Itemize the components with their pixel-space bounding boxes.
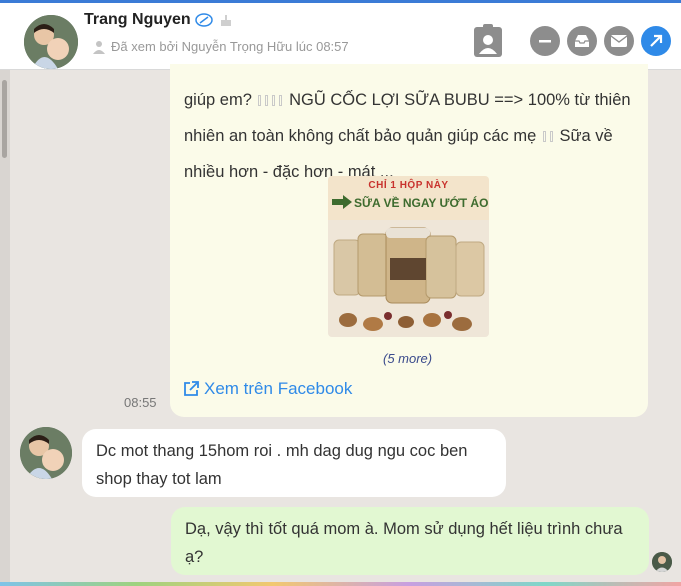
product-message-text: giúp em? NGŨ CỐC LỢI SỮA BUBU ==> 100% t… [184, 82, 634, 190]
seen-by-avatar [652, 552, 672, 572]
arrow-up-right-icon [650, 34, 663, 47]
scrollbar[interactable] [0, 70, 10, 586]
product-image[interactable]: CHỈ 1 HỘP NÀY SỮA VỀ NGAY ƯỚT ÁO [328, 176, 489, 337]
arrow-right-icon [332, 195, 352, 209]
external-link-icon [184, 381, 199, 396]
contact-avatar[interactable] [24, 15, 78, 69]
view-on-facebook-label[interactable]: Xem trên Facebook [204, 379, 352, 399]
contact-card-icon[interactable] [470, 23, 506, 59]
more-images-link[interactable]: (5 more) [383, 351, 432, 366]
product-text-part1: giúp em? [184, 91, 252, 109]
birthday-cake-icon [220, 15, 231, 26]
message-timestamp: 08:55 [124, 395, 157, 410]
contact-name[interactable]: Trang Nguyen [84, 11, 191, 29]
sender-avatar[interactable] [20, 427, 72, 479]
missing-glyph [279, 95, 283, 107]
email-button[interactable] [604, 26, 634, 56]
missing-glyph [272, 95, 276, 107]
seen-status: Đã xem bởi Nguyễn Trọng Hữu lúc 08:57 [111, 39, 349, 54]
email-icon [610, 35, 628, 47]
outgoing-message-text: Dạ, vậy thì tốt quá mom à. Mom sử dụng h… [185, 520, 623, 566]
minus-icon [539, 40, 551, 43]
missing-glyph [542, 131, 546, 143]
promo-title: CHỈ 1 HỘP NÀY [368, 180, 449, 191]
missing-glyph [258, 95, 262, 107]
link-icon [194, 13, 213, 27]
missing-glyph [265, 95, 269, 107]
minus-button[interactable] [530, 26, 560, 56]
incoming-message-bubble: Dc mot thang 15hom roi . mh dag dug ngu … [82, 429, 506, 497]
chat-area: giúp em? NGŨ CỐC LỢI SỮA BUBU ==> 100% t… [10, 64, 681, 582]
scrollbar-thumb[interactable] [2, 80, 7, 158]
open-external-button[interactable] [641, 26, 671, 56]
promo-subtitle: SỮA VỀ NGAY ƯỚT ÁO [354, 196, 489, 210]
footer-color-strip [0, 582, 681, 586]
inbox-button[interactable] [567, 26, 597, 56]
product-message-bubble: giúp em? NGŨ CỐC LỢI SỮA BUBU ==> 100% t… [170, 64, 648, 417]
chat-header: Trang Nguyen Đã xem bởi Nguyễn Trọng Hữu… [0, 3, 681, 70]
view-on-facebook-link[interactable]: Xem trên Facebook [182, 379, 352, 399]
inbox-icon [575, 35, 589, 47]
person-icon [93, 40, 105, 54]
missing-glyph [549, 131, 553, 143]
incoming-message-text: Dc mot thang 15hom roi . mh dag dug ngu … [96, 442, 468, 488]
cereal-jars-illustration [328, 220, 489, 337]
outgoing-message-bubble: Dạ, vậy thì tốt quá mom à. Mom sử dụng h… [171, 507, 649, 575]
